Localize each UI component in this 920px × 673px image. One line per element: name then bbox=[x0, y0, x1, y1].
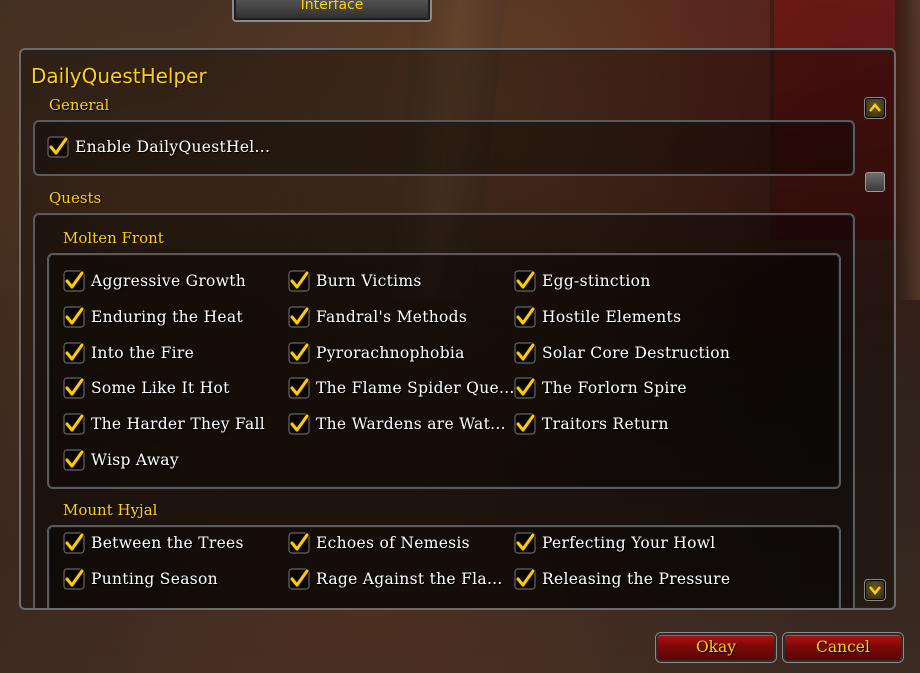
checkmark-icon[interactable] bbox=[514, 567, 536, 590]
checkmark-icon[interactable] bbox=[63, 413, 85, 435]
quest-checkbox-label: Rage Against the Fla... bbox=[316, 569, 503, 588]
checkmark-icon[interactable] bbox=[514, 306, 536, 328]
quest-checkbox-label: The Flame Spider Que... bbox=[316, 379, 515, 398]
checkmark-icon[interactable] bbox=[288, 341, 310, 364]
quest-checkbox-row[interactable]: Rage Against the Fla... bbox=[288, 566, 503, 592]
quest-checkbox-row[interactable]: Solar Core Destruction bbox=[514, 340, 730, 366]
quest-checkbox-row[interactable]: Between the Trees bbox=[63, 530, 244, 556]
checkmark-icon[interactable] bbox=[514, 413, 536, 435]
quest-checkbox-row[interactable]: Traitors Return bbox=[514, 411, 669, 437]
okay-button[interactable]: Okay bbox=[656, 633, 776, 662]
quest-checkbox-label: The Wardens are Wat... bbox=[316, 415, 506, 434]
quest-checkbox-row[interactable]: Enduring the Heat bbox=[63, 304, 243, 330]
section-molten-front-label: Molten Front bbox=[63, 229, 164, 247]
checkmark-icon[interactable] bbox=[63, 341, 85, 364]
scroll-up-button[interactable] bbox=[864, 97, 886, 119]
checkmark-icon[interactable] bbox=[288, 532, 310, 554]
checkmark-icon[interactable] bbox=[514, 341, 536, 364]
scrollbar-thumb[interactable] bbox=[865, 172, 885, 192]
molten-front-group: Aggressive Growth Burn Victims Egg-stincti… bbox=[47, 253, 841, 489]
quest-checkbox-row[interactable]: Burn Victims bbox=[288, 268, 422, 294]
quest-checkbox-label: Aggressive Growth bbox=[91, 272, 247, 290]
horn-background bbox=[895, 0, 920, 300]
quest-checkbox-label: Egg-stinction bbox=[542, 272, 651, 290]
section-general-label: General bbox=[49, 96, 110, 114]
quest-checkbox-row[interactable]: Into the Fire bbox=[63, 340, 194, 366]
mount-hyjal-group: Between the Trees Echoes of Nemesis Perfec… bbox=[47, 525, 841, 608]
checkmark-icon[interactable] bbox=[288, 377, 310, 399]
quest-checkbox-row[interactable]: Egg-stinction bbox=[514, 268, 651, 294]
quest-checkbox-row[interactable]: The Flame Spider Que... bbox=[288, 375, 515, 401]
checkmark-icon[interactable] bbox=[63, 377, 85, 399]
checkmark-icon[interactable] bbox=[63, 270, 85, 292]
quest-checkbox-row[interactable]: Wisp Away bbox=[63, 447, 179, 473]
quest-checkbox-label: Echoes of Nemesis bbox=[316, 534, 470, 552]
general-group: Enable DailyQuestHel... bbox=[33, 120, 855, 176]
quest-checkbox-label: Some Like It Hot bbox=[91, 379, 230, 398]
checkmark-icon[interactable] bbox=[288, 413, 310, 435]
section-quests-label: Quests bbox=[49, 189, 102, 207]
options-panel: DailyQuestHelper General Enable DailyQue… bbox=[19, 48, 896, 610]
quest-checkbox-label: Solar Core Destruction bbox=[542, 343, 731, 362]
checkmark-icon[interactable] bbox=[288, 306, 310, 328]
quest-checkbox-label: Fandral's Methods bbox=[316, 307, 468, 326]
checkmark-icon[interactable] bbox=[63, 306, 85, 328]
quest-checkbox-label: Enable DailyQuestHel... bbox=[75, 138, 271, 156]
quest-checkbox-row[interactable]: The Forlorn Spire bbox=[514, 375, 687, 401]
addon-title: DailyQuestHelper bbox=[31, 64, 207, 88]
quest-checkbox-label: Enduring the Heat bbox=[91, 307, 243, 326]
quest-checkbox-label: Perfecting Your Howl bbox=[542, 534, 716, 552]
quest-checkbox-row[interactable]: The Wardens are Wat... bbox=[288, 411, 506, 437]
quest-checkbox-row[interactable]: Releasing the Pressure bbox=[514, 566, 730, 592]
checkmark-icon[interactable] bbox=[514, 377, 536, 399]
quest-checkbox-row[interactable]: Pyrorachnophobia bbox=[288, 340, 465, 366]
quest-checkbox-row[interactable]: The Harder They Fall bbox=[63, 411, 265, 437]
enable-addon-checkbox[interactable]: Enable DailyQuestHel... bbox=[47, 134, 270, 160]
quest-checkbox-label: Wisp Away bbox=[91, 451, 179, 469]
quest-checkbox-row[interactable]: Aggressive Growth bbox=[63, 268, 246, 294]
quest-checkbox-label: The Forlorn Spire bbox=[542, 379, 687, 398]
quest-checkbox-row[interactable]: Perfecting Your Howl bbox=[514, 530, 716, 556]
cancel-button[interactable]: Cancel bbox=[783, 633, 903, 662]
quest-checkbox-row[interactable]: Some Like It Hot bbox=[63, 375, 230, 401]
quest-checkbox-row[interactable]: Echoes of Nemesis bbox=[288, 530, 470, 556]
quest-checkbox-label: Pyrorachnophobia bbox=[316, 343, 465, 362]
checkmark-icon[interactable] bbox=[63, 449, 85, 471]
checkmark-icon[interactable] bbox=[47, 136, 69, 158]
quest-checkbox-label: Burn Victims bbox=[316, 272, 422, 290]
quest-checkbox-label: Traitors Return bbox=[542, 415, 669, 434]
quest-checkbox-label: Releasing the Pressure bbox=[542, 569, 731, 588]
checkmark-icon[interactable] bbox=[288, 567, 310, 590]
chevron-up-icon bbox=[869, 103, 881, 112]
quest-checkbox-row[interactable]: Hostile Elements bbox=[514, 304, 681, 330]
checkmark-icon[interactable] bbox=[514, 270, 536, 292]
quest-checkbox-label: Between the Trees bbox=[91, 534, 244, 552]
checkmark-icon[interactable] bbox=[63, 567, 85, 590]
checkmark-icon[interactable] bbox=[288, 270, 310, 292]
quest-checkbox-label: Punting Season bbox=[91, 569, 218, 588]
chevron-down-icon bbox=[869, 586, 881, 595]
interface-tab[interactable]: Interface bbox=[232, 0, 432, 22]
quest-checkbox-label: Into the Fire bbox=[91, 343, 195, 362]
checkmark-icon[interactable] bbox=[63, 532, 85, 554]
scroll-down-button[interactable] bbox=[864, 579, 886, 601]
quest-checkbox-label: Hostile Elements bbox=[542, 307, 682, 326]
quest-checkbox-row[interactable]: Fandral's Methods bbox=[288, 304, 467, 330]
section-mount-hyjal-label: Mount Hyjal bbox=[63, 501, 158, 519]
quest-checkbox-label: The Harder They Fall bbox=[91, 415, 266, 434]
checkmark-icon[interactable] bbox=[514, 532, 536, 554]
quests-group: Molten Front Aggressive Growth Burn Victi… bbox=[33, 213, 855, 608]
quest-checkbox-row[interactable]: Punting Season bbox=[63, 566, 218, 592]
